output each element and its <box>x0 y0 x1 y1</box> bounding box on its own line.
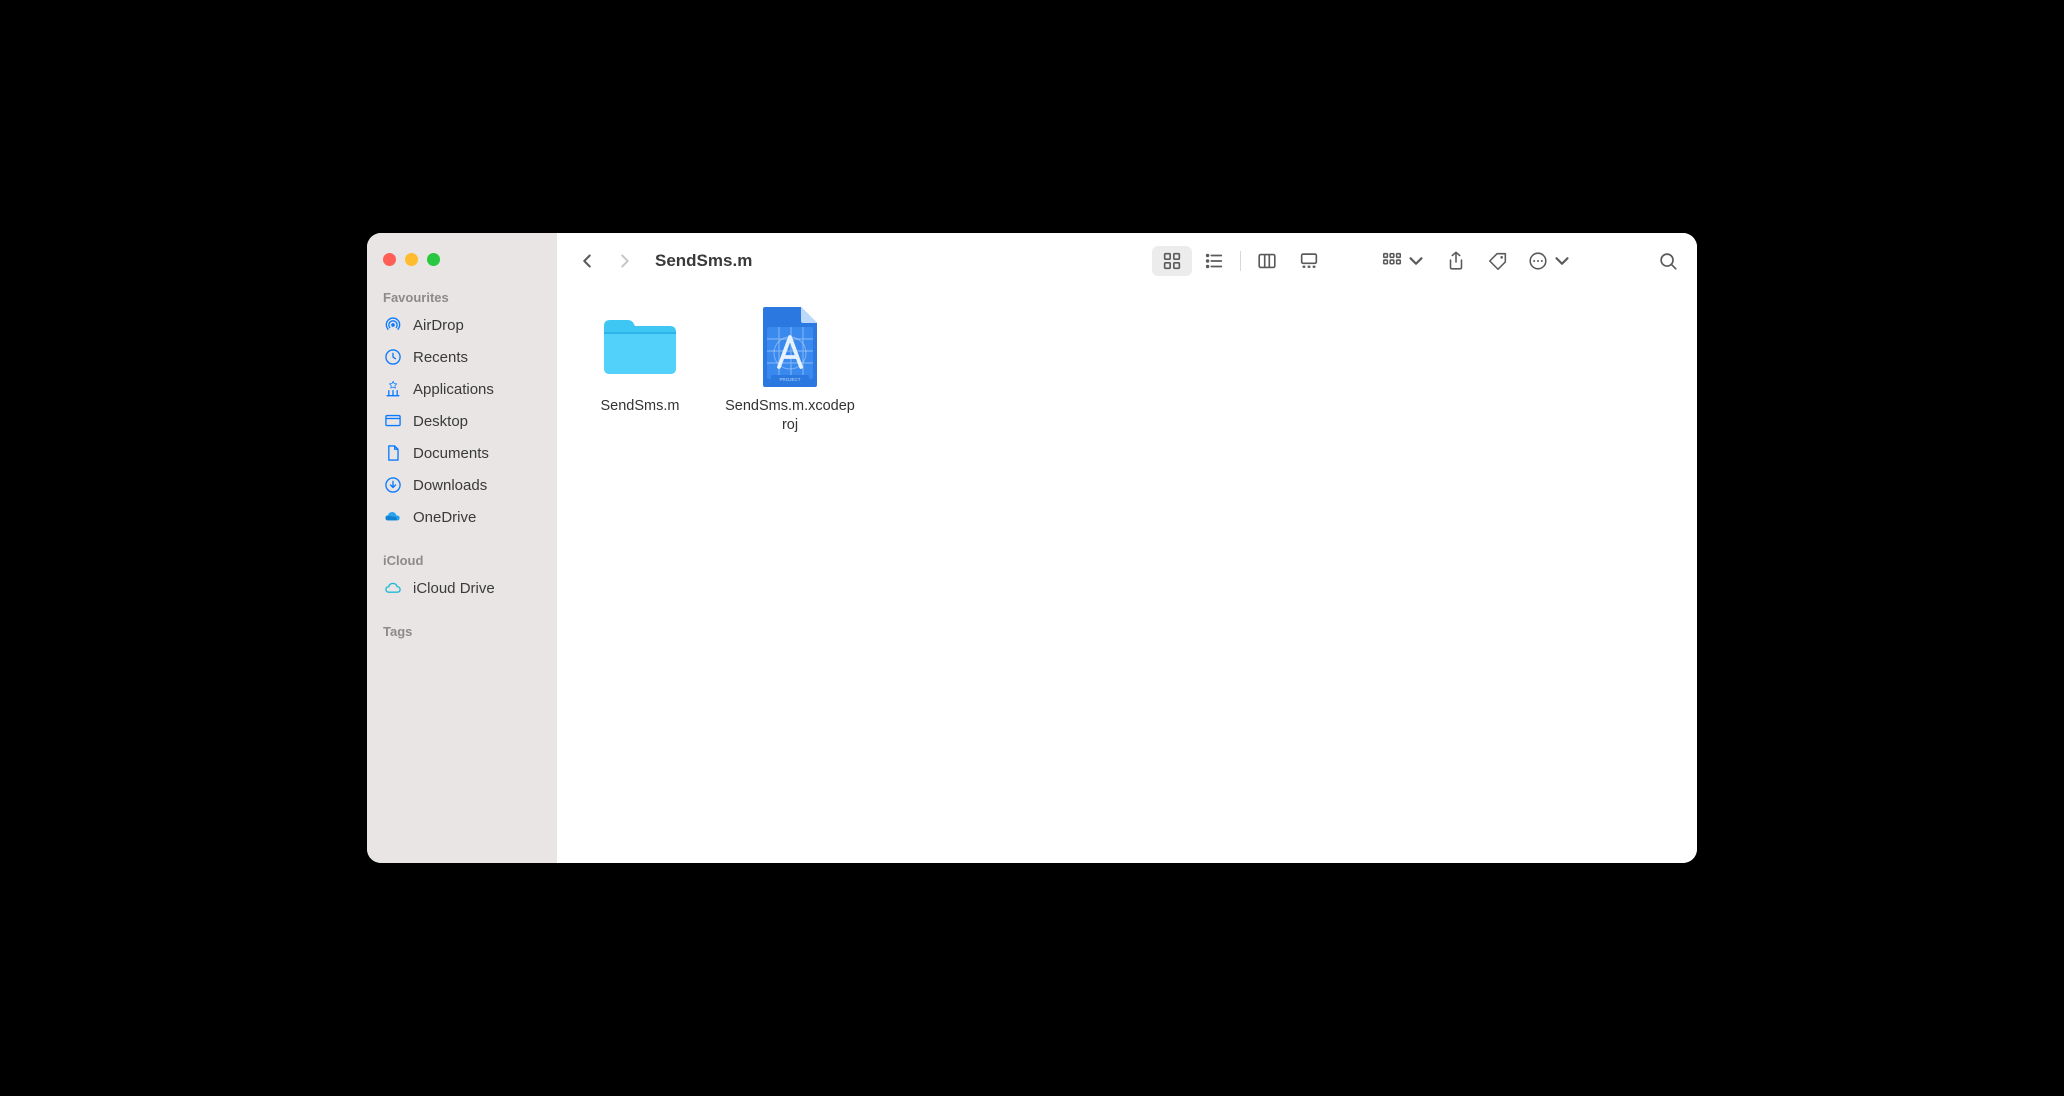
sidebar-header-icloud: iCloud <box>367 547 557 572</box>
window-controls <box>367 249 557 284</box>
tags-button[interactable] <box>1485 248 1511 274</box>
clock-icon <box>383 347 403 367</box>
download-icon <box>383 475 403 495</box>
airdrop-icon <box>383 315 403 335</box>
desktop-icon <box>383 411 403 431</box>
sidebar-item-label: iCloud Drive <box>413 580 495 597</box>
xcode-project-icon: PROJECT <box>746 303 834 391</box>
document-icon <box>383 443 403 463</box>
sidebar-item-label: Recents <box>413 349 468 366</box>
sidebar-item-label: Documents <box>413 445 489 462</box>
sidebar-item-label: Downloads <box>413 477 487 494</box>
sidebar-item-label: Applications <box>413 381 494 398</box>
file-item-folder[interactable]: SendSms.m <box>575 303 705 435</box>
sidebar-header-favourites: Favourites <box>367 284 557 309</box>
toolbar: SendSms.m <box>557 233 1697 289</box>
sidebar-item-desktop[interactable]: Desktop <box>367 405 557 437</box>
toolbar-separator <box>1240 251 1241 271</box>
fullscreen-window-button[interactable] <box>427 253 440 266</box>
sidebar-header-tags: Tags <box>367 618 557 643</box>
sidebar-item-recents[interactable]: Recents <box>367 341 557 373</box>
share-button[interactable] <box>1443 248 1469 274</box>
file-label: SendSms.m <box>601 397 680 416</box>
view-gallery-button[interactable] <box>1289 246 1329 276</box>
sidebar-item-documents[interactable]: Documents <box>367 437 557 469</box>
sidebar-item-icloud-drive[interactable]: iCloud Drive <box>367 572 557 604</box>
window-title: SendSms.m <box>655 251 752 271</box>
close-window-button[interactable] <box>383 253 396 266</box>
chevron-down-icon <box>1405 250 1427 272</box>
sidebar-item-applications[interactable]: Applications <box>367 373 557 405</box>
group-by-button[interactable] <box>1381 248 1427 274</box>
file-label: SendSms.m.xcodeproj <box>725 397 855 435</box>
onedrive-icon <box>383 507 403 527</box>
view-icon-button[interactable] <box>1152 246 1192 276</box>
view-mode-group <box>1150 244 1331 278</box>
cloud-icon <box>383 578 403 598</box>
more-actions-button[interactable] <box>1527 248 1573 274</box>
sidebar-item-downloads[interactable]: Downloads <box>367 469 557 501</box>
minimize-window-button[interactable] <box>405 253 418 266</box>
main-area: SendSms.m <box>557 233 1697 863</box>
search-button[interactable] <box>1655 248 1681 274</box>
file-grid[interactable]: SendSms.m <box>557 289 1697 863</box>
toolbar-actions <box>1381 248 1681 274</box>
forward-button[interactable] <box>611 247 639 275</box>
finder-window: Favourites AirDrop Recents <box>367 233 1697 863</box>
sidebar-item-label: AirDrop <box>413 317 464 334</box>
folder-icon <box>596 303 684 391</box>
sidebar-item-onedrive[interactable]: OneDrive <box>367 501 557 533</box>
sidebar-item-label: Desktop <box>413 413 468 430</box>
view-column-button[interactable] <box>1247 246 1287 276</box>
applications-icon <box>383 379 403 399</box>
view-list-button[interactable] <box>1194 246 1234 276</box>
sidebar: Favourites AirDrop Recents <box>367 233 557 863</box>
sidebar-item-label: OneDrive <box>413 509 476 526</box>
svg-text:PROJECT: PROJECT <box>779 377 800 382</box>
chevron-down-icon <box>1551 250 1573 272</box>
back-button[interactable] <box>573 247 601 275</box>
sidebar-item-airdrop[interactable]: AirDrop <box>367 309 557 341</box>
file-item-xcodeproj[interactable]: PROJECT SendSms.m.xcodeproj <box>725 303 855 435</box>
